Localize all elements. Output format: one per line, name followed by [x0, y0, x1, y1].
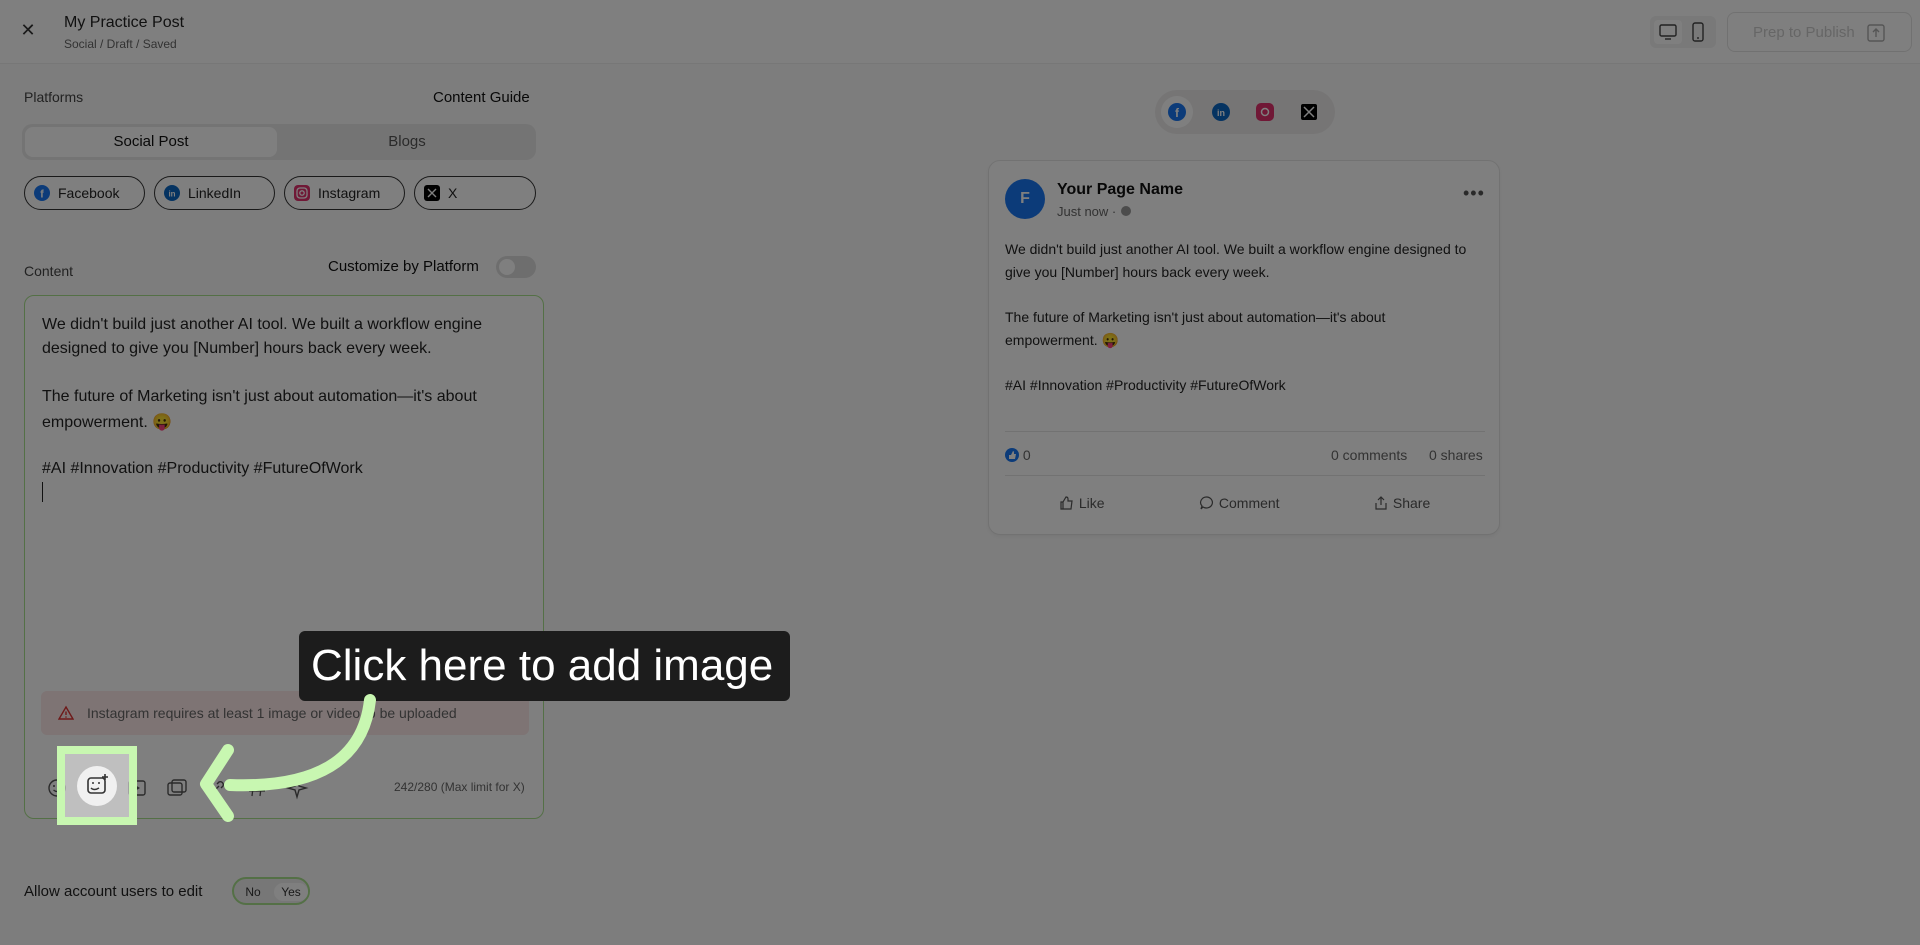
add-image-icon [87, 774, 108, 794]
tour-arrow-icon [200, 694, 376, 822]
highlighted-button [77, 766, 117, 806]
add-image-highlight[interactable] [57, 746, 137, 825]
